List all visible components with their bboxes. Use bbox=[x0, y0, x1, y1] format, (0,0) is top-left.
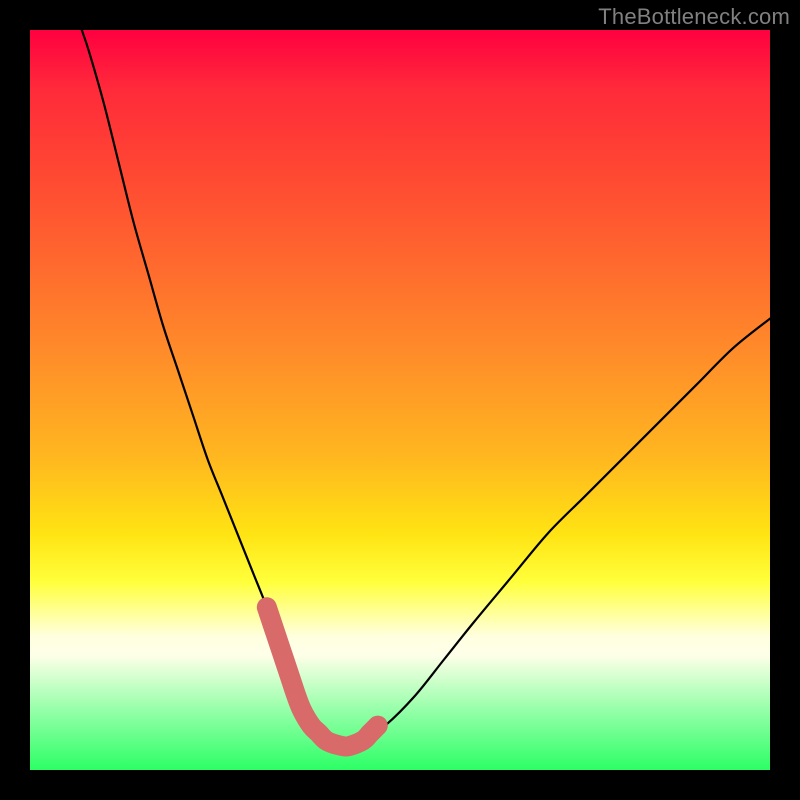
bottleneck-curve bbox=[30, 30, 770, 770]
optimal-range-highlight bbox=[30, 30, 770, 770]
watermark-text: TheBottleneck.com bbox=[598, 4, 790, 30]
chart-stage: TheBottleneck.com bbox=[0, 0, 800, 800]
plot-background bbox=[30, 30, 770, 770]
